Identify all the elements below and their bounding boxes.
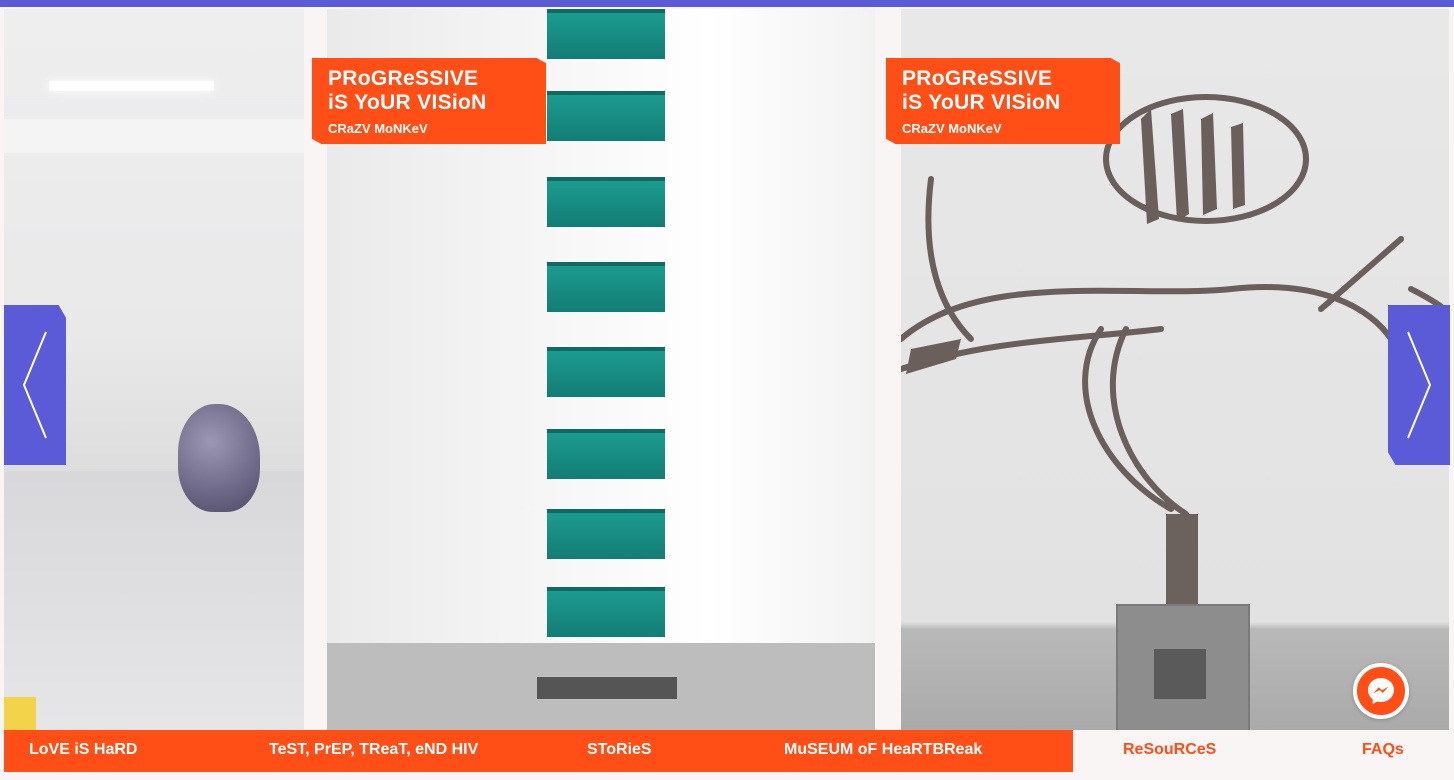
nav-link-museum-of-heartbreak[interactable]: MuSEUM oF HeaRTBReak [784,741,982,759]
sculpture-post [1166,514,1198,606]
messenger-chat-button[interactable] [1353,663,1409,719]
nav-link-love-is-hard[interactable]: LoVE iS HaRD [29,741,137,759]
slide-title-line1: PRoGReSSIVE [902,67,1053,90]
ceiling-light [49,81,214,91]
carousel-prev-button[interactable] [4,305,66,465]
nav-link-resources[interactable]: ReSouRCeS [1123,741,1216,759]
slide-title-line2: iS YoUR VISioN [328,91,487,114]
stack-unit [547,262,665,312]
slide-title-line1: PRoGReSSIVE [328,67,479,90]
stack-unit [547,177,665,227]
footer-nav: LoVE iS HaRD TeST, PrEP, TReaT, eND HIV … [4,730,1449,772]
gallery-floor [4,471,304,730]
chevron-right-icon [1407,331,1432,439]
messenger-icon [1368,678,1394,704]
ceiling-beam [4,119,304,153]
stack-unit [547,347,665,397]
nav-link-test-prep-treat[interactable]: TeST, PrEP, TReaT, eND HIV [269,741,478,759]
sculpture-shadow [537,677,677,699]
chevron-left-icon [22,331,47,439]
slide-title-line2: iS YoUR VISioN [902,91,1061,114]
nav-link-stories[interactable]: SToRieS [587,741,652,759]
slide-artist: CRaZV MoNKeV [328,121,428,136]
stack-unit [547,509,665,559]
pedestal-opening [1154,649,1206,699]
slide-caption-card[interactable]: PRoGReSSIVE iS YoUR VISioN CRaZV MoNKeV [312,58,546,144]
top-accent-bar [0,0,1454,7]
slide-artist: CRaZV MoNKeV [902,121,1002,136]
stack-unit [547,91,665,141]
slide-caption-card[interactable]: PRoGReSSIVE iS YoUR VISioN CRaZV MoNKeV [886,58,1120,144]
purple-sculpture [178,404,260,512]
yellow-artwork-fragment [4,697,36,730]
nav-link-faqs[interactable]: FAQs [1362,741,1404,759]
stack-unit [547,587,665,637]
stack-unit [547,429,665,479]
stack-unit [547,9,665,59]
carousel-next-button[interactable] [1388,305,1450,465]
